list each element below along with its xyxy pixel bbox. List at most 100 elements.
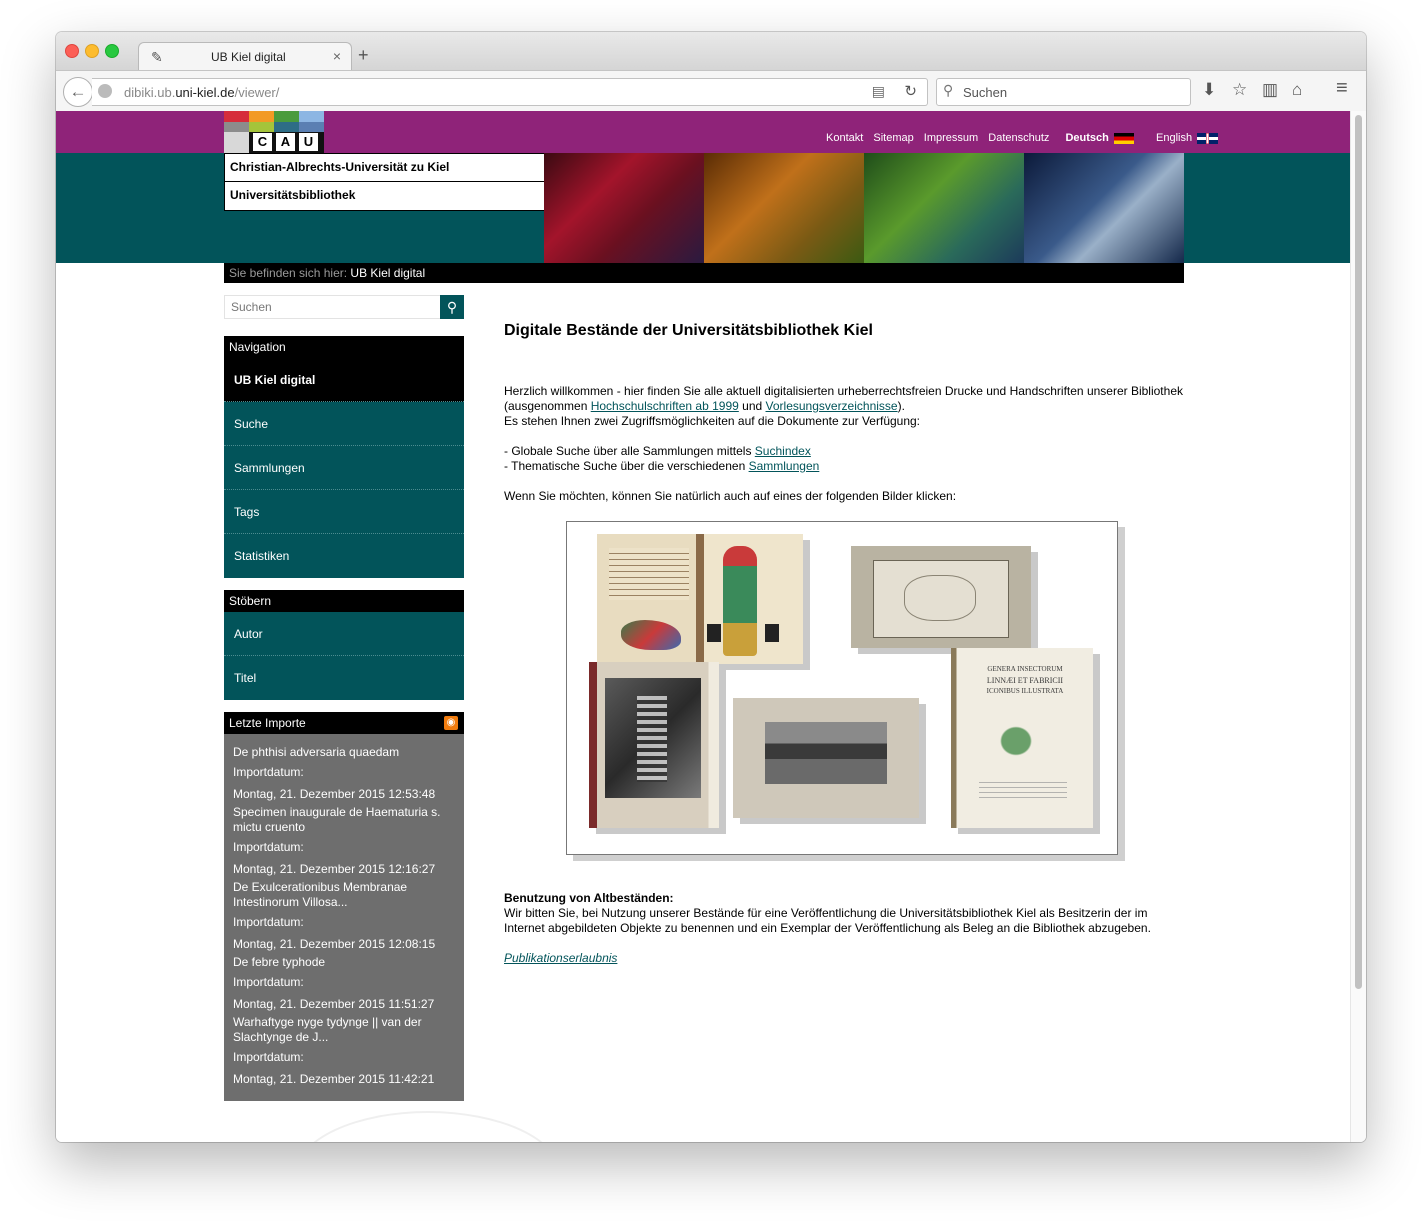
- nav-item-tags[interactable]: Tags: [224, 490, 464, 534]
- menu-icon[interactable]: ≡: [1336, 77, 1348, 100]
- logo-letter: C: [253, 133, 272, 151]
- collage-image-engraving[interactable]: [851, 546, 1031, 648]
- book-title-line: LINNÆI ET FABRICII: [986, 676, 1064, 685]
- download-icon[interactable]: ⬇: [1202, 80, 1216, 100]
- navigation-heading: Navigation: [224, 336, 464, 358]
- import-title[interactable]: De Exulcerationibus Membranae Intestinor…: [233, 880, 458, 910]
- import-date-label: Importdatum:: [233, 765, 304, 779]
- collage-image-insect-book[interactable]: GENERA INSECTORUM LINNÆI ET FABRICII ICO…: [951, 648, 1093, 828]
- link-kontakt[interactable]: Kontakt: [826, 132, 863, 144]
- import-title[interactable]: Warhaftyge nyge tydynge || van der Slach…: [233, 1015, 458, 1045]
- close-window-button[interactable]: [65, 44, 79, 58]
- import-title[interactable]: De febre typhode: [233, 955, 458, 970]
- browser-search-placeholder: Suchen: [963, 85, 1008, 100]
- import-date: Montag, 21. Dezember 2015 11:51:27: [233, 997, 435, 1011]
- image-collage: GENERA INSECTORUM LINNÆI ET FABRICII ICO…: [566, 521, 1118, 855]
- import-date-label: Importdatum:: [233, 975, 304, 989]
- nav-item-statistiken[interactable]: Statistiken: [224, 534, 464, 578]
- option-thematic-search: - Thematische Suche über die verschieden…: [504, 459, 820, 473]
- collage-image-manuscript[interactable]: [597, 534, 803, 664]
- lang-de-link[interactable]: Deutsch: [1065, 132, 1108, 144]
- page-viewport: C A U Kontakt Sitemap Impressum Datensch…: [56, 111, 1351, 1142]
- option-global-search: - Globale Suche über alle Sammlungen mit…: [504, 444, 811, 458]
- uk-flag-icon[interactable]: [1197, 132, 1219, 144]
- import-date: Montag, 21. Dezember 2015 12:08:15: [233, 937, 436, 951]
- link-sitemap[interactable]: Sitemap: [873, 132, 913, 144]
- lang-en-link[interactable]: English: [1156, 132, 1192, 144]
- browser-tab[interactable]: ✎ UB Kiel digital ×: [138, 42, 352, 72]
- institution-box: Christian-Albrechts-Universität zu Kiel …: [224, 153, 545, 211]
- usage-text-2: Internet abgebildeten Objekte zu benenne…: [504, 921, 1151, 935]
- intro-text: Herzlich willkommen - hier finden Sie al…: [504, 384, 1183, 398]
- page-scrollbar[interactable]: [1350, 111, 1366, 1142]
- intro-exceptions: (ausgenommen Hochschulschriften ab 1999 …: [504, 399, 905, 413]
- reload-icon[interactable]: ↻: [904, 82, 917, 100]
- top-nav: Kontakt Sitemap Impressum Datenschutz De…: [826, 132, 1225, 144]
- seal-watermark: [296, 1111, 560, 1142]
- sidebar-search-input[interactable]: Suchen: [224, 295, 448, 319]
- imports-list: De phthisi adversaria quaedam Importdatu…: [224, 734, 464, 1101]
- link-vorlesungsverzeichnisse[interactable]: Vorlesungsverzeichnisse: [766, 399, 898, 413]
- collage-image-skeleton[interactable]: [589, 662, 719, 828]
- nav-bar: ← dibiki.ub.uni-kiel.de/viewer/ ▤ ↻ ⚲ Su…: [56, 70, 1366, 112]
- import-date: Montag, 21. Dezember 2015 12:16:27: [233, 862, 436, 876]
- zoom-window-button[interactable]: [105, 44, 119, 58]
- import-title[interactable]: Specimen inaugurale de Haematuria s. mic…: [233, 805, 458, 835]
- tab-bar: ✎ UB Kiel digital × +: [56, 32, 1366, 72]
- header-banner-image: [544, 153, 1184, 263]
- usage-text-1: Wir bitten Sie, bei Nutzung unserer Best…: [504, 906, 1148, 920]
- nav-item-sammlungen[interactable]: Sammlungen: [224, 446, 464, 490]
- home-icon[interactable]: ⌂: [1292, 80, 1302, 100]
- scrollbar-thumb[interactable]: [1355, 115, 1362, 989]
- logo-letter: U: [299, 133, 318, 151]
- cau-logo[interactable]: C A U: [224, 111, 324, 153]
- reader-view-icon[interactable]: ▤: [872, 83, 885, 100]
- link-impressum[interactable]: Impressum: [924, 132, 978, 144]
- browse-item-titel[interactable]: Titel: [224, 656, 464, 700]
- usage-heading: Benutzung von Altbeständen:: [504, 891, 674, 905]
- new-tab-button[interactable]: +: [358, 46, 369, 64]
- link-sammlungen[interactable]: Sammlungen: [749, 459, 820, 473]
- german-flag-icon[interactable]: [1113, 132, 1134, 144]
- browse-heading: Stöbern: [224, 590, 464, 612]
- search-button[interactable]: ⚲: [440, 295, 464, 319]
- link-suchindex[interactable]: Suchindex: [755, 444, 811, 458]
- rss-icon[interactable]: ◉: [444, 716, 458, 730]
- site-info-icon[interactable]: [98, 84, 112, 98]
- click-hint: Wenn Sie möchten, können Sie natürlich a…: [504, 489, 957, 503]
- university-name[interactable]: Christian-Albrechts-Universität zu Kiel: [225, 154, 544, 181]
- favicon-icon: ✎: [151, 49, 163, 65]
- back-button[interactable]: ←: [63, 77, 93, 107]
- magnifier-icon: ⚲: [446, 299, 458, 315]
- import-date: Montag, 21. Dezember 2015 11:42:21: [233, 1072, 435, 1086]
- search-icon: ⚲: [943, 82, 954, 98]
- access-intro: Es stehen Ihnen zwei Zugriffsmöglichkeit…: [504, 414, 921, 428]
- breadcrumb-current[interactable]: UB Kiel digital: [350, 266, 425, 280]
- bookmark-star-icon[interactable]: ☆: [1232, 80, 1247, 100]
- import-date-label: Importdatum:: [233, 1050, 304, 1064]
- close-tab-icon[interactable]: ×: [333, 48, 341, 64]
- url-text[interactable]: dibiki.ub.uni-kiel.de/viewer/: [124, 85, 279, 100]
- nav-item-suche[interactable]: Suche: [224, 402, 464, 446]
- library-icon[interactable]: ▥: [1262, 80, 1278, 100]
- url-bar[interactable]: dibiki.ub.uni-kiel.de/viewer/ ▤ ↻: [92, 78, 928, 106]
- page-title: Digitale Bestände der Universitätsbiblio…: [504, 322, 873, 339]
- book-title-line: GENERA INSECTORUM: [987, 665, 1063, 673]
- nav-item-ub-kiel-digital[interactable]: UB Kiel digital: [224, 358, 464, 402]
- library-name[interactable]: Universitätsbibliothek: [225, 181, 544, 209]
- tab-title: UB Kiel digital: [211, 50, 286, 64]
- minimize-window-button[interactable]: [85, 44, 99, 58]
- browse-item-autor[interactable]: Autor: [224, 612, 464, 656]
- breadcrumb-label: Sie befinden sich hier:: [229, 266, 348, 280]
- import-date: Montag, 21. Dezember 2015 12:53:48: [233, 787, 436, 801]
- link-publikationserlaubnis[interactable]: Publikationserlaubnis: [504, 951, 617, 965]
- book-title-line: ICONIBUS ILLUSTRATA: [986, 687, 1064, 695]
- link-datenschutz[interactable]: Datenschutz: [988, 132, 1049, 144]
- imports-heading: Letzte Importe ◉: [224, 712, 464, 734]
- link-hochschulschriften[interactable]: Hochschulschriften ab 1999: [591, 399, 739, 413]
- imports-heading-label: Letzte Importe: [229, 716, 306, 730]
- import-title[interactable]: De phthisi adversaria quaedam: [233, 745, 458, 760]
- browser-search-input[interactable]: ⚲ Suchen: [936, 78, 1191, 106]
- breadcrumb: Sie befinden sich hier: UB Kiel digital: [224, 263, 1184, 283]
- collage-image-photograph[interactable]: [733, 698, 919, 818]
